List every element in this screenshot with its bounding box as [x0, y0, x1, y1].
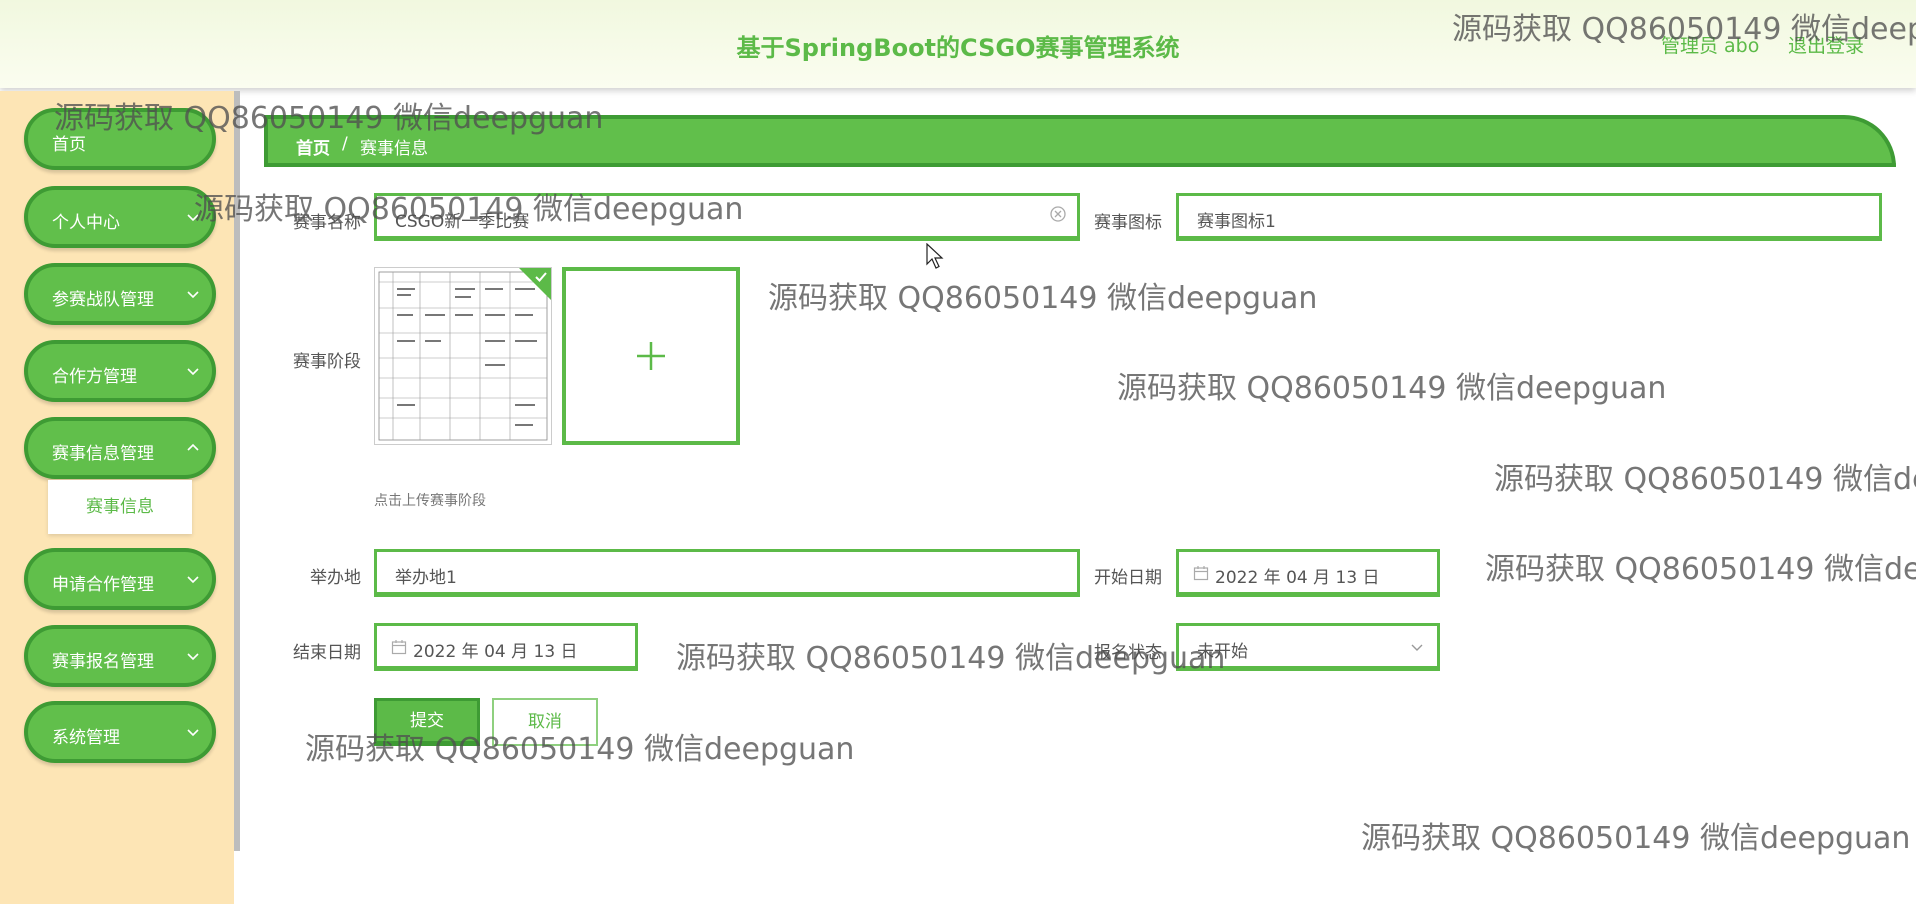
end-date-value: 2022 年 04 月 13 日 — [413, 642, 578, 662]
watermark-text: 源码获取 QQ86050149 微信deepguan — [768, 281, 1318, 316]
logout-link[interactable]: 退出登录 — [1788, 31, 1864, 58]
check-icon — [535, 272, 547, 282]
sidebar-item-label: 赛事报名管理 — [52, 652, 154, 672]
venue-value: 举办地1 — [395, 568, 457, 588]
breadcrumb: 首页 / 赛事信息 — [264, 115, 1896, 167]
calendar-icon — [391, 640, 407, 655]
event-stage-label: 赛事阶段 — [293, 352, 361, 372]
sidebar-item-cooperation-application[interactable]: 申请合作管理 — [24, 548, 216, 610]
app-title: 基于SpringBoot的CSGO赛事管理系统 — [736, 34, 1180, 62]
sidebar-item-partner-management[interactable]: 合作方管理 — [24, 340, 216, 402]
chevron-down-icon — [187, 368, 199, 376]
breadcrumb-home-link[interactable]: 首页 — [296, 134, 330, 159]
sidebar-item-label: 系统管理 — [52, 728, 120, 748]
start-date-value: 2022 年 04 月 13 日 — [1215, 568, 1380, 588]
calendar-icon — [1193, 566, 1209, 581]
sidebar-item-label: 申请合作管理 — [52, 575, 154, 595]
sidebar-item-label: 赛事信息管理 — [52, 444, 154, 464]
chevron-down-icon — [187, 729, 199, 737]
upload-button[interactable] — [562, 267, 740, 445]
chevron-down-icon — [187, 576, 199, 584]
end-date-picker[interactable]: 2022 年 04 月 13 日 — [374, 623, 638, 671]
sidebar-item-label: 首页 — [52, 135, 86, 155]
plus-icon — [637, 342, 665, 370]
sidebar-item-label: 个人中心 — [52, 213, 120, 233]
registration-status-value: 未开始 — [1197, 642, 1248, 662]
chevron-down-icon — [187, 653, 199, 661]
event-name-value: CSGO新一季比赛 — [395, 212, 530, 232]
cancel-button[interactable]: 取消 — [492, 698, 598, 746]
watermark-text: 源码获取 QQ86050149 微信deepguan — [1361, 821, 1911, 856]
end-date-label: 结束日期 — [293, 643, 361, 663]
event-name-label: 赛事名称 — [293, 213, 361, 233]
chevron-down-icon — [1411, 644, 1423, 651]
start-date-picker[interactable]: 2022 年 04 月 13 日 — [1176, 549, 1440, 597]
sidebar-subitem-event-info[interactable]: 赛事信息 — [48, 480, 192, 534]
breadcrumb-current: 赛事信息 — [360, 139, 428, 159]
chevron-up-icon — [187, 443, 199, 451]
breadcrumb-separator: / — [342, 134, 348, 154]
current-user-link[interactable]: 管理员 abo — [1661, 31, 1759, 58]
venue-label: 举办地 — [310, 568, 361, 588]
start-date-label: 开始日期 — [1094, 568, 1162, 588]
registration-status-select[interactable]: 未开始 — [1176, 623, 1440, 671]
watermark-text: 源码获取 QQ86050149 微信deepguan — [1117, 371, 1667, 406]
watermark-text: 源码获取 QQ86050149 微信deepguan — [1494, 462, 1916, 497]
venue-input[interactable]: 举办地1 — [374, 549, 1080, 597]
event-name-input[interactable]: CSGO新一季比赛 — [374, 193, 1080, 241]
sidebar-item-personal-center[interactable]: 个人中心 — [24, 186, 216, 248]
mouse-cursor-icon — [926, 243, 944, 269]
clear-icon[interactable] — [1049, 205, 1067, 223]
sidebar-item-team-management[interactable]: 参赛战队管理 — [24, 263, 216, 325]
sidebar-item-label: 参赛战队管理 — [52, 290, 154, 310]
submit-button[interactable]: 提交 — [374, 698, 480, 746]
sidebar-item-system-management[interactable]: 系统管理 — [24, 701, 216, 763]
top-header: 基于SpringBoot的CSGO赛事管理系统 管理员 abo 退出登录 — [0, 0, 1916, 88]
event-icon-label: 赛事图标 — [1094, 213, 1162, 233]
watermark-text: 源码获取 QQ86050149 微信deepguan — [1485, 552, 1916, 587]
uploaded-stage-image[interactable] — [374, 267, 552, 445]
registration-status-label: 报名状态 — [1094, 643, 1162, 663]
sidebar-item-event-info-management[interactable]: 赛事信息管理 — [24, 417, 216, 479]
sidebar-scrollbar[interactable] — [234, 91, 240, 851]
upload-hint: 点击上传赛事阶段 — [374, 493, 486, 509]
event-icon-input[interactable]: 赛事图标1 — [1176, 193, 1882, 241]
chevron-down-icon — [187, 291, 199, 299]
chevron-down-icon — [187, 214, 199, 222]
event-icon-value: 赛事图标1 — [1197, 212, 1276, 232]
sidebar-item-label: 合作方管理 — [52, 367, 137, 387]
sidebar-item-home[interactable]: 首页 — [24, 108, 216, 170]
sidebar-item-registration-management[interactable]: 赛事报名管理 — [24, 625, 216, 687]
